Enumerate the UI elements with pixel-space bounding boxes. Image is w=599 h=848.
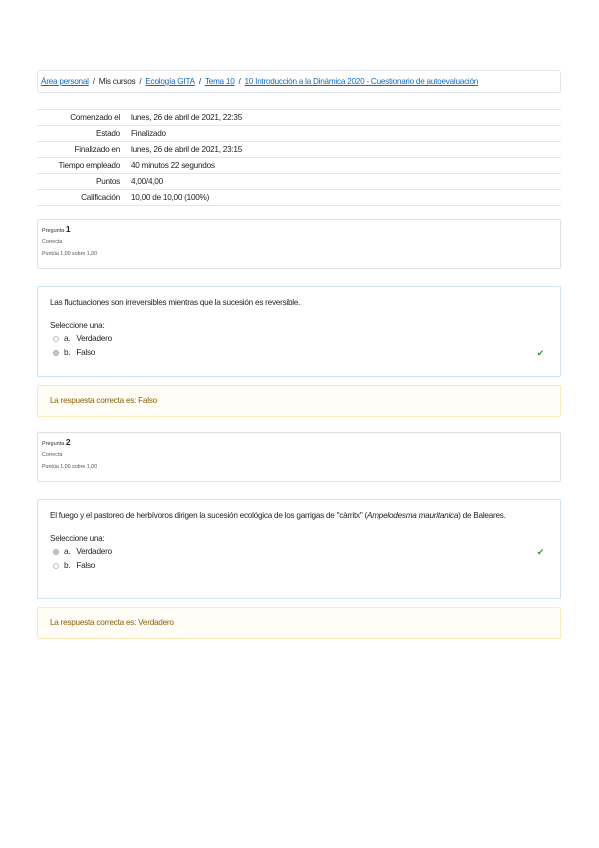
- summary-row: Finalizado en lunes, 26 de abril de 2021…: [37, 141, 561, 158]
- summary-value: Finalizado: [127, 125, 561, 142]
- radio-icon[interactable]: [53, 562, 59, 569]
- breadcrumb-separator: /: [198, 77, 201, 86]
- summary-label: Puntos: [37, 173, 127, 190]
- breadcrumb-separator: /: [92, 77, 95, 86]
- radio-icon[interactable]: [53, 349, 59, 356]
- summary-row: Estado Finalizado: [37, 125, 561, 142]
- option-label: Verdadero: [76, 547, 112, 556]
- summary-value: lunes, 26 de abril de 2021, 22:35: [127, 109, 561, 126]
- question-text-part: ) de Baleares.: [458, 511, 506, 520]
- question-number-value: 1: [65, 224, 71, 234]
- breadcrumb-quiz-link[interactable]: 10 Introducción a la Dinámica 2020 - Cue…: [245, 77, 479, 86]
- summary-label: Comenzado el: [37, 109, 127, 126]
- summary-row: Puntos 4,00/4,00: [37, 173, 561, 190]
- summary-row: Calificación 10,00 de 10,00 (100%): [37, 189, 561, 206]
- attempt-summary-table: Comenzado el lunes, 26 de abril de 2021,…: [37, 109, 561, 206]
- question-2-info: Pregunta 2 Correcta Puntúa 1,00 sobre 1,…: [37, 432, 561, 482]
- option-label: Falso: [76, 561, 96, 570]
- question-label: Pregunta: [42, 228, 65, 234]
- option-letter: a.: [64, 547, 71, 556]
- question-number: Pregunta 2: [42, 438, 556, 449]
- breadcrumb-mis-cursos: Mis cursos: [98, 77, 136, 86]
- option-letter: a.: [64, 334, 71, 343]
- summary-value: lunes, 26 de abril de 2021, 23:15: [127, 141, 561, 158]
- summary-label: Estado: [37, 125, 127, 142]
- question-number-value: 2: [65, 437, 71, 447]
- breadcrumb-topic-link[interactable]: Tema 10: [205, 77, 235, 86]
- summary-label: Tiempo empleado: [37, 157, 127, 174]
- question-text: El fuego y el pastoreo de herbívoros dir…: [50, 510, 548, 522]
- breadcrumb-course-link[interactable]: Ecología GITA: [145, 77, 195, 86]
- summary-row: Comenzado el lunes, 26 de abril de 2021,…: [37, 109, 561, 126]
- question-text: Las fluctuaciones son irreversibles mien…: [50, 298, 301, 307]
- breadcrumb-separator: /: [139, 77, 142, 86]
- question-2-feedback: La respuesta correcta es: Verdadero: [37, 607, 561, 639]
- question-2-content: El fuego y el pastoreo de herbívoros dir…: [37, 499, 561, 599]
- question-1-feedback: La respuesta correcta es: Falso: [37, 385, 561, 417]
- summary-value: 40 minutos 22 segundos: [127, 157, 561, 174]
- check-icon: ✔: [536, 547, 545, 557]
- radio-icon[interactable]: [53, 335, 59, 342]
- option-letter: b.: [64, 348, 71, 357]
- check-icon: ✔: [536, 348, 545, 358]
- answer-prompt: Seleccione una:: [50, 534, 105, 543]
- summary-row: Tiempo empleado 40 minutos 22 segundos: [37, 157, 561, 174]
- question-1-info: Pregunta 1 Correcta Puntúa 1,00 sobre 1,…: [37, 219, 561, 269]
- question-number: Pregunta 1: [42, 225, 556, 236]
- species-name: Ampelodesma mauritanica: [366, 511, 459, 520]
- question-score: Puntúa 1,00 sobre 1,00: [42, 251, 98, 257]
- summary-label: Finalizado en: [37, 141, 127, 158]
- breadcrumb-separator: /: [238, 77, 241, 86]
- answer-option-b[interactable]: b. Falso: [50, 559, 548, 573]
- question-status: Correcta: [42, 452, 63, 458]
- question-score: Puntúa 1,00 sobre 1,00: [42, 464, 98, 470]
- answer-option-a[interactable]: a. Verdadero: [50, 332, 548, 346]
- option-letter: b.: [64, 561, 71, 570]
- summary-value: 10,00 de 10,00 (100%): [127, 189, 561, 206]
- answer-option-b[interactable]: b. Falso ✔: [50, 346, 548, 360]
- summary-value: 4,00/4,00: [127, 173, 561, 190]
- question-1-content: Las fluctuaciones son irreversibles mien…: [37, 286, 561, 377]
- question-text-part: El fuego y el pastoreo de herbívoros dir…: [50, 511, 367, 520]
- question-status: Correcta: [42, 239, 63, 245]
- answer-option-a[interactable]: a. Verdadero ✔: [50, 545, 548, 559]
- breadcrumb-area-personal-link[interactable]: Área personal: [41, 77, 89, 86]
- summary-label: Calificación: [37, 189, 127, 206]
- answer-prompt: Seleccione una:: [50, 321, 105, 330]
- question-label: Pregunta: [42, 441, 65, 447]
- option-label: Verdadero: [76, 334, 112, 343]
- radio-icon[interactable]: [53, 548, 59, 555]
- option-label: Falso: [76, 348, 96, 357]
- breadcrumb: Área personal / Mis cursos / Ecología GITA / T…: [37, 70, 561, 93]
